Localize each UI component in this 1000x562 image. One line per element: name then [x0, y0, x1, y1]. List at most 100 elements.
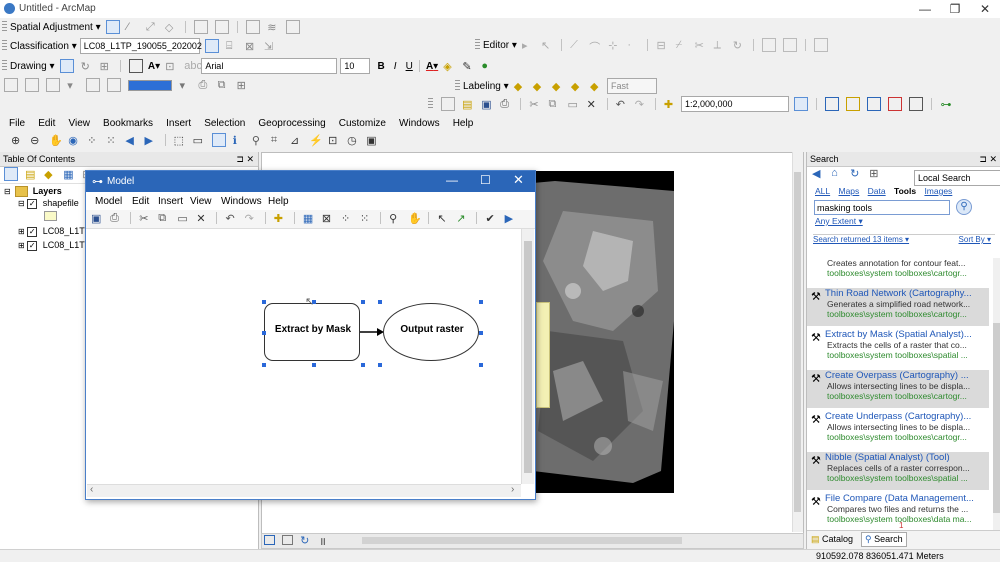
- menu-insert[interactable]: Insert: [166, 118, 191, 129]
- sort-by[interactable]: Sort By ▾: [959, 235, 991, 244]
- straight-segment-icon[interactable]: ⟋: [570, 39, 582, 51]
- attributes-icon[interactable]: [761, 38, 776, 52]
- scroll-right-icon[interactable]: ›: [511, 484, 514, 495]
- model-menu-edit[interactable]: Edit: [132, 196, 149, 207]
- undo-icon[interactable]: ↶: [226, 212, 238, 225]
- zoom-whole-page-icon[interactable]: ⊞: [100, 60, 112, 73]
- select-elements-icon[interactable]: [211, 133, 226, 147]
- pan-icon[interactable]: ✋: [408, 212, 422, 225]
- drawing-dropdown[interactable]: Drawing ▾: [10, 61, 54, 72]
- menu-bookmarks[interactable]: Bookmarks: [103, 118, 153, 129]
- process-extract-by-mask[interactable]: Extract by Mask: [264, 303, 360, 361]
- cut-polygons-icon[interactable]: ✂: [695, 39, 707, 52]
- search-tab[interactable]: ⚲ Search: [861, 532, 907, 547]
- measure-icon[interactable]: ⊿: [290, 134, 302, 147]
- search-result[interactable]: ⚒ Nibble (Spatial Analyst) (Tool) Replac…: [807, 452, 989, 490]
- model-minimize-button[interactable]: —: [446, 173, 458, 187]
- layer-visibility-checkbox[interactable]: ✓: [27, 226, 38, 237]
- menu-customize[interactable]: Customize: [339, 118, 386, 129]
- selection-handle[interactable]: [262, 363, 266, 367]
- selection-handle[interactable]: [361, 363, 365, 367]
- nudge-icon[interactable]: [86, 78, 101, 92]
- tab-tools[interactable]: Tools: [894, 186, 916, 196]
- create-viewer-icon[interactable]: ▣: [366, 134, 378, 147]
- fixed-zoom-in-icon[interactable]: ⁘: [341, 212, 353, 225]
- catalog-tab[interactable]: ▤ Catalog: [811, 534, 853, 545]
- layer-visibility-checkbox[interactable]: ✓: [27, 198, 38, 209]
- fixed-zoom-in-icon[interactable]: ⁘: [87, 134, 99, 147]
- select-icon[interactable]: ↖: [437, 212, 449, 225]
- page-setup-icon[interactable]: ⊞: [237, 79, 249, 92]
- menu-edit[interactable]: Edit: [38, 118, 55, 129]
- model-menu-view[interactable]: View: [190, 196, 212, 207]
- model-maximize-button[interactable]: ☐: [480, 173, 491, 187]
- create-signature-icon[interactable]: ⊠: [245, 40, 257, 53]
- selection-handle[interactable]: [361, 300, 365, 304]
- redo-icon[interactable]: ↷: [245, 212, 257, 225]
- tab-maps[interactable]: Maps: [839, 186, 860, 196]
- open-icon[interactable]: ▤: [462, 98, 474, 111]
- edit-tool-icon[interactable]: ▸: [522, 39, 534, 52]
- print-icon[interactable]: ⎙: [199, 79, 211, 91]
- model-menu-windows[interactable]: Windows: [221, 196, 262, 207]
- align-icon[interactable]: [4, 78, 18, 92]
- maximize-button[interactable]: ❐: [940, 0, 970, 18]
- catalog-window-icon[interactable]: [846, 97, 861, 111]
- selection-handle[interactable]: [378, 363, 382, 367]
- find-icon[interactable]: ⚲: [252, 134, 264, 147]
- link-tool-icon[interactable]: ⤢: [146, 21, 158, 33]
- font-color-icon[interactable]: A▾: [426, 61, 438, 72]
- label-priority-icon[interactable]: ◆: [590, 80, 602, 93]
- search-result[interactable]: ⚒ Create Underpass (Cartography)... Allo…: [807, 411, 989, 449]
- new-text-icon[interactable]: A▾: [148, 61, 160, 72]
- pause-drawing-icon[interactable]: ॥: [319, 534, 331, 548]
- model-vscroll-thumb[interactable]: [524, 241, 532, 473]
- shadow-icon[interactable]: [107, 78, 122, 92]
- font-select[interactable]: Arial: [201, 58, 338, 74]
- text-tool-icon[interactable]: abc: [184, 60, 202, 72]
- group-icon[interactable]: [46, 78, 61, 92]
- attribute-transfer-icon[interactable]: [286, 20, 301, 34]
- map-vertical-scrollbar[interactable]: [792, 152, 803, 532]
- minimize-button[interactable]: —: [910, 0, 940, 18]
- training-sample-icon[interactable]: [204, 39, 219, 53]
- model-vertical-scrollbar[interactable]: [521, 229, 534, 484]
- list-by-drawing-order-icon[interactable]: [4, 167, 18, 181]
- search-pin-close[interactable]: ⊐ ✕: [979, 152, 997, 166]
- save-icon[interactable]: ▣: [481, 98, 493, 111]
- search-result[interactable]: ⚒ Create Overpass (Cartography) ... Allo…: [807, 370, 989, 408]
- fill-swatch-icon[interactable]: [128, 79, 173, 91]
- cut-icon[interactable]: ✂: [529, 98, 541, 111]
- menu-file[interactable]: File: [9, 118, 25, 129]
- search-result[interactable]: Creates annotation for contour feat... t…: [807, 258, 989, 284]
- satellite-raster-image[interactable]: [533, 171, 674, 493]
- tab-all[interactable]: ALL: [815, 186, 830, 196]
- edit-annotation-icon[interactable]: ↖: [541, 39, 553, 52]
- back-icon[interactable]: ◀: [812, 167, 824, 180]
- create-features-icon[interactable]: [814, 38, 829, 52]
- clear-selection-icon[interactable]: ▭: [193, 134, 205, 147]
- classification-dropdown[interactable]: Classification ▾: [10, 41, 77, 52]
- add-data-icon[interactable]: ✚: [664, 98, 676, 111]
- full-extent-icon[interactable]: ⊠: [322, 212, 334, 225]
- toc-pin-close[interactable]: ⊐ ✕: [236, 152, 254, 166]
- python-window-icon[interactable]: [909, 97, 924, 111]
- layout-view-icon[interactable]: [282, 535, 294, 546]
- menu-help[interactable]: Help: [453, 118, 474, 129]
- menu-selection[interactable]: Selection: [204, 118, 245, 129]
- map-horizontal-scroll[interactable]: [362, 537, 682, 544]
- copy-icon[interactable]: ⧉: [218, 79, 230, 91]
- extent-link[interactable]: Any Extent ▾: [807, 216, 1000, 230]
- html-popup-icon[interactable]: ⊡: [328, 134, 340, 147]
- view-link-table-icon[interactable]: [194, 20, 208, 34]
- line-color-icon[interactable]: ✎: [462, 60, 474, 73]
- swatch-dropdown-icon[interactable]: ▾: [179, 79, 191, 92]
- save-icon[interactable]: ▣: [91, 212, 103, 225]
- search-window-icon[interactable]: [867, 97, 882, 111]
- edit-vertices-icon[interactable]: ⊟: [656, 39, 668, 52]
- search-go-icon[interactable]: ⚲: [956, 199, 972, 215]
- underline-button[interactable]: U: [406, 61, 413, 72]
- select-elements-icon[interactable]: [59, 59, 74, 73]
- selection-handle[interactable]: [312, 363, 316, 367]
- scroll-left-icon[interactable]: ‹: [90, 484, 93, 495]
